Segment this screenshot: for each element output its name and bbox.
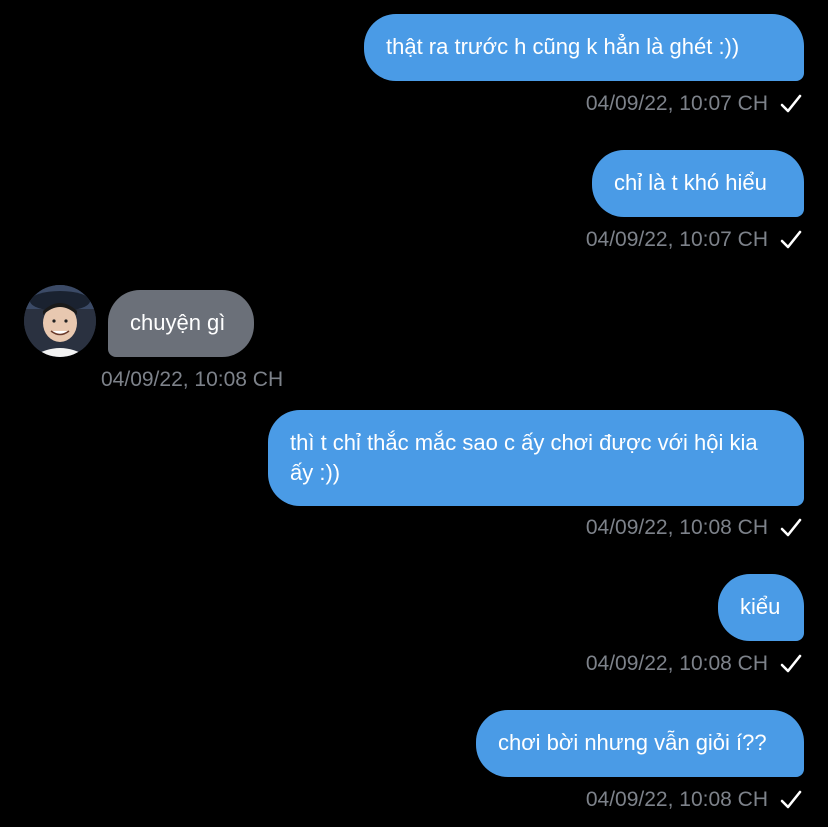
- message-text: chơi bời nhưng vẫn giỏi í??: [498, 730, 767, 755]
- message-timestamp: 04/09/22, 10:07 CH: [585, 228, 768, 251]
- message-text: kiểu: [740, 594, 781, 619]
- message-text: thật ra trước h cũng k hẳn là ghét :)): [386, 34, 740, 59]
- message-timestamp: 04/09/22, 10:07 CH: [585, 92, 768, 115]
- message-timestamp: 04/09/22, 10:08 CH: [585, 788, 768, 811]
- message-bubble-incoming[interactable]: chuyện gì: [108, 290, 254, 357]
- checkmark-icon: [780, 518, 802, 537]
- message-bubble-outgoing[interactable]: thì t chỉ thắc mắc sao c ấy chơi được vớ…: [268, 410, 804, 506]
- message-timestamp: 04/09/22, 10:08 CH: [585, 652, 768, 675]
- avatar-image: [24, 285, 96, 357]
- message-bubble-outgoing[interactable]: chơi bời nhưng vẫn giỏi í??: [476, 710, 804, 777]
- message-bubble-outgoing[interactable]: thật ra trước h cũng k hẳn là ghét :)): [364, 14, 804, 81]
- checkmark-icon: [780, 654, 802, 673]
- message-thread: thật ra trước h cũng k hẳn là ghét :)) 0…: [0, 0, 828, 827]
- message-text: chỉ là t khó hiểu: [614, 170, 767, 195]
- message-timestamp: 04/09/22, 10:08 CH: [585, 516, 768, 539]
- message-timestamp: 04/09/22, 10:08 CH: [101, 368, 284, 391]
- message-text: chuyện gì: [130, 310, 226, 335]
- message-bubble-outgoing[interactable]: chỉ là t khó hiểu: [592, 150, 804, 217]
- checkmark-icon: [780, 790, 802, 809]
- checkmark-icon: [780, 94, 802, 113]
- contact-avatar[interactable]: [24, 285, 96, 357]
- message-bubble-outgoing[interactable]: kiểu: [718, 574, 804, 641]
- message-text: thì t chỉ thắc mắc sao c ấy chơi được vớ…: [290, 430, 758, 485]
- checkmark-icon: [780, 230, 802, 249]
